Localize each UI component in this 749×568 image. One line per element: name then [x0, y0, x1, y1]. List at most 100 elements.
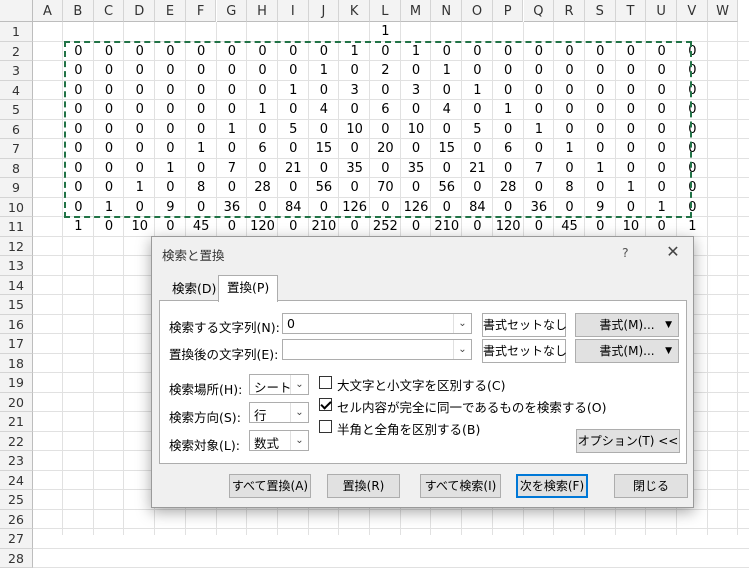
row-header-11[interactable]: 11 — [0, 217, 33, 237]
row-header-15[interactable]: 15 — [0, 295, 33, 315]
column-header-a[interactable]: A — [33, 0, 63, 22]
cell-r11[interactable]: 45 — [554, 217, 585, 237]
column-header-g[interactable]: G — [217, 0, 248, 22]
row-header-4[interactable]: 4 — [0, 81, 33, 101]
chevron-down-icon[interactable]: ⌄ — [290, 403, 308, 422]
row-header-17[interactable]: 17 — [0, 334, 33, 354]
cell-e11[interactable]: 0 — [155, 217, 186, 237]
cell-q11[interactable]: 0 — [524, 217, 555, 237]
row-header-24[interactable]: 24 — [0, 471, 33, 491]
row-header-19[interactable]: 19 — [0, 373, 33, 393]
row-header-10[interactable]: 10 — [0, 198, 33, 218]
find-next-button[interactable]: 次を検索(F) — [516, 474, 588, 498]
cell-f11[interactable]: 45 — [186, 217, 217, 237]
direction-select[interactable]: 行 ⌄ — [249, 402, 309, 423]
find-all-button[interactable]: すべて検索(I) — [420, 474, 501, 498]
chevron-down-icon[interactable]: ⌄ — [290, 431, 308, 450]
cell-l11[interactable]: 252 — [370, 217, 401, 237]
chevron-down-icon[interactable]: ⌄ — [453, 314, 471, 333]
cell-n11[interactable]: 210 — [431, 217, 462, 237]
row-header-16[interactable]: 16 — [0, 315, 33, 335]
within-select[interactable]: シート ⌄ — [249, 374, 309, 395]
row-header-22[interactable]: 22 — [0, 432, 33, 452]
options-button[interactable]: オプション(T) << — [576, 429, 680, 453]
column-header-r[interactable]: R — [554, 0, 585, 22]
column-header-h[interactable]: H — [247, 0, 278, 22]
row-header-18[interactable]: 18 — [0, 354, 33, 374]
case-option-label[interactable]: 大文字と小文字を区別する(C) — [337, 375, 505, 394]
cell-s11[interactable]: 0 — [585, 217, 616, 237]
entire-cell-checkbox[interactable] — [319, 398, 332, 411]
column-header-w[interactable]: W — [708, 0, 739, 22]
cell-l1[interactable]: 1 — [370, 22, 401, 42]
row-header-8[interactable]: 8 — [0, 159, 33, 179]
row-header-5[interactable]: 5 — [0, 100, 33, 120]
format-button-replace[interactable]: 書式(M)... ▼ — [575, 339, 679, 363]
row-header-7[interactable]: 7 — [0, 139, 33, 159]
close-icon[interactable]: ✕ — [662, 242, 684, 262]
column-header-u[interactable]: U — [646, 0, 677, 22]
cell-j11[interactable]: 210 — [309, 217, 340, 237]
row-header-21[interactable]: 21 — [0, 412, 33, 432]
column-header-m[interactable]: M — [401, 0, 432, 22]
row-header-3[interactable]: 3 — [0, 61, 33, 81]
cell-h11[interactable]: 120 — [247, 217, 278, 237]
select-all-corner[interactable] — [0, 0, 33, 22]
column-header-k[interactable]: K — [339, 0, 370, 22]
chevron-down-icon[interactable]: ⌄ — [453, 340, 471, 359]
replace-input[interactable]: ⌄ — [282, 339, 472, 360]
column-header-l[interactable]: L — [370, 0, 401, 22]
cell-g11[interactable]: 0 — [217, 217, 248, 237]
column-header-j[interactable]: J — [309, 0, 340, 22]
cell-p11[interactable]: 120 — [493, 217, 524, 237]
row-header-12[interactable]: 12 — [0, 237, 33, 257]
width-checkbox[interactable] — [319, 420, 332, 433]
row-header-27[interactable]: 27 — [0, 529, 33, 549]
replace-button[interactable]: 置換(R) — [327, 474, 400, 498]
cell-k11[interactable]: 0 — [339, 217, 370, 237]
column-header-p[interactable]: P — [493, 0, 524, 22]
lookin-select[interactable]: 数式 ⌄ — [249, 430, 309, 451]
tab-replace[interactable]: 置換(P) — [218, 275, 278, 302]
cell-o11[interactable]: 0 — [462, 217, 493, 237]
row-header-9[interactable]: 9 — [0, 178, 33, 198]
column-header-s[interactable]: S — [585, 0, 616, 22]
row-header-25[interactable]: 25 — [0, 490, 33, 510]
cell-d11[interactable]: 10 — [124, 217, 155, 237]
close-button[interactable]: 閉じる — [614, 474, 688, 498]
column-header-i[interactable]: I — [278, 0, 309, 22]
column-header-t[interactable]: T — [616, 0, 647, 22]
column-header-b[interactable]: B — [63, 0, 94, 22]
entire-cell-option-label[interactable]: セル内容が完全に同一であるものを検索する(O) — [337, 397, 606, 416]
row-header-23[interactable]: 23 — [0, 451, 33, 471]
column-header-e[interactable]: E — [155, 0, 186, 22]
cell-v11[interactable]: 1 — [677, 217, 708, 237]
column-header-f[interactable]: F — [186, 0, 217, 22]
row-header-2[interactable]: 2 — [0, 42, 33, 62]
row-header-14[interactable]: 14 — [0, 276, 33, 296]
replace-all-button[interactable]: すべて置換(A) — [229, 474, 311, 498]
help-icon[interactable]: ? — [622, 245, 629, 260]
format-button-find[interactable]: 書式(M)... ▼ — [575, 313, 679, 337]
row-header-1[interactable]: 1 — [0, 22, 33, 42]
cell-t11[interactable]: 10 — [616, 217, 647, 237]
cell-b11[interactable]: 1 — [63, 217, 94, 237]
column-header-q[interactable]: Q — [524, 0, 555, 22]
no-format-button-replace[interactable]: 書式セットなし — [482, 339, 566, 363]
column-header-n[interactable]: N — [431, 0, 462, 22]
row-header-28[interactable]: 28 — [0, 549, 33, 568]
chevron-down-icon[interactable]: ⌄ — [290, 375, 308, 394]
tab-search[interactable]: 検索(D) — [164, 277, 224, 301]
column-header-v[interactable]: V — [677, 0, 708, 22]
column-header-d[interactable]: D — [124, 0, 155, 22]
cell-u11[interactable]: 0 — [646, 217, 677, 237]
row-header-26[interactable]: 26 — [0, 510, 33, 530]
cell-c11[interactable]: 0 — [94, 217, 125, 237]
case-checkbox[interactable] — [319, 376, 332, 389]
row-header-20[interactable]: 20 — [0, 393, 33, 413]
width-option-label[interactable]: 半角と全角を区別する(B) — [337, 419, 480, 438]
column-header-c[interactable]: C — [94, 0, 125, 22]
row-header-13[interactable]: 13 — [0, 256, 33, 276]
no-format-button-find[interactable]: 書式セットなし — [482, 313, 566, 337]
cell-m11[interactable]: 0 — [401, 217, 432, 237]
